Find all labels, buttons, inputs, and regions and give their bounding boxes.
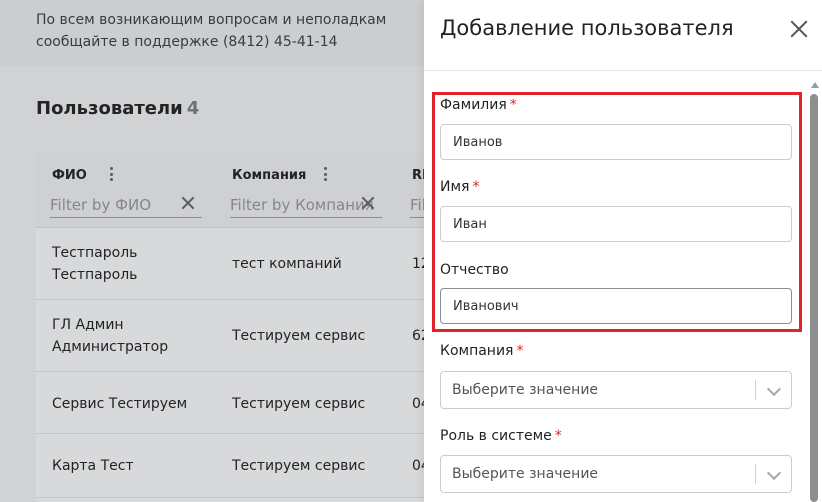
select-separator	[755, 380, 756, 400]
last-name-field[interactable]	[440, 124, 792, 160]
add-user-drawer: Добавление пользователя Фамилия* Имя* От…	[424, 0, 822, 502]
role-select[interactable]: Выберите значение	[440, 455, 792, 493]
required-mark: *	[516, 343, 524, 359]
last-name-label: Фамилия *	[440, 97, 517, 113]
scrollbar-thumb[interactable]	[810, 94, 818, 502]
scrollbar[interactable]	[810, 82, 820, 502]
role-label-text: Роль в системе	[440, 428, 552, 444]
company-select[interactable]: Выберите значение	[440, 371, 792, 409]
chevron-down-icon[interactable]	[767, 467, 781, 481]
required-mark: *	[554, 428, 562, 444]
close-icon[interactable]	[790, 20, 808, 38]
first-name-label-text: Имя	[440, 179, 470, 195]
chevron-down-icon[interactable]	[767, 383, 781, 397]
scroll-up-icon[interactable]	[811, 82, 819, 88]
patronymic-field[interactable]	[440, 288, 792, 324]
first-name-field[interactable]	[440, 206, 792, 242]
patronymic-label: Отчество	[440, 262, 509, 278]
company-label-text: Компания	[440, 343, 514, 359]
role-label: Роль в системе *	[440, 428, 562, 444]
drawer-divider	[424, 70, 822, 71]
last-name-label-text: Фамилия	[440, 97, 507, 113]
role-select-value: Выберите значение	[452, 466, 599, 482]
patronymic-label-text: Отчество	[440, 262, 509, 278]
required-mark: *	[509, 97, 517, 113]
required-mark: *	[472, 179, 480, 195]
select-separator	[755, 464, 756, 484]
company-select-value: Выберите значение	[452, 382, 599, 398]
first-name-label: Имя *	[440, 179, 479, 195]
drawer-title: Добавление пользователя	[440, 16, 734, 40]
company-label: Компания *	[440, 343, 523, 359]
